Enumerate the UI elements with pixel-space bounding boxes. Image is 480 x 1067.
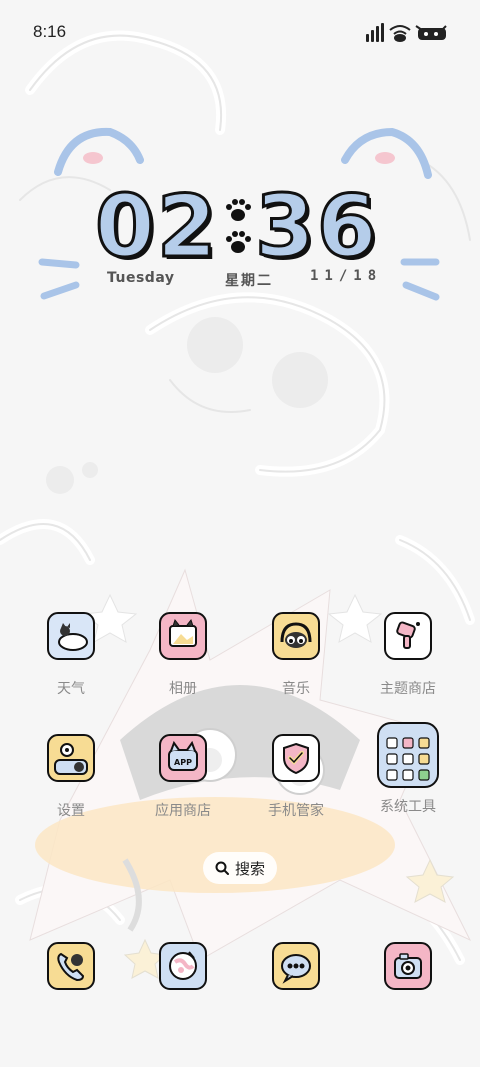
app-label: 手机管家 [268,803,324,819]
wifi-icon [389,25,411,42]
search-icon [215,861,229,875]
dock-messages[interactable] [241,942,351,990]
wallpaper [0,0,480,1067]
app-gallery[interactable]: 相册 [128,612,238,698]
phone-icon [47,942,95,990]
weather-icon [47,612,95,660]
battery-icon [415,25,447,40]
app-music[interactable]: 音乐 [241,612,351,698]
app-label: 相册 [169,681,197,697]
app-store-icon: APP [159,734,207,782]
dock-phone[interactable] [16,942,126,990]
app-settings[interactable]: 设置 [16,734,126,820]
settings-icon [47,734,95,782]
app-phone-manager[interactable]: 手机管家 [241,734,351,820]
app-label: 系统工具 [380,799,436,815]
weekday-chinese: 星期二 [225,273,273,289]
system-tools-folder-icon [377,722,439,788]
clock-hour: 02 [94,176,219,279]
app-label: 天气 [57,681,85,697]
music-icon [272,612,320,660]
phone-manager-icon [272,734,320,782]
clock-minute: 36 [254,176,379,279]
dock-browser[interactable] [128,942,238,990]
app-weather[interactable]: 天气 [16,612,126,698]
signal-icon [366,23,384,42]
clock-date: 11/18 [310,268,383,284]
dock-camera[interactable] [353,942,463,990]
theme-store-icon [384,612,432,660]
status-time: 8:16 [33,22,67,41]
status-icons [366,23,447,42]
search-label: 搜索 [234,859,265,878]
paw-separator-icon [226,199,251,253]
weekday-english: Tuesday [107,270,175,286]
clock-widget[interactable]: 02 36 [94,176,385,279]
camera-icon [384,942,432,990]
folder-system-tools[interactable]: 系统工具 [353,722,463,816]
app-label: 设置 [57,803,85,819]
app-label: 音乐 [282,681,310,697]
svg-text:APP: APP [174,758,192,767]
gallery-icon [159,612,207,660]
app-theme-store[interactable]: 主题商店 [353,612,463,698]
messages-icon [272,942,320,990]
app-app-store[interactable]: APP 应用商店 [128,734,238,820]
app-label: 主题商店 [380,681,436,697]
browser-icon [159,942,207,990]
app-label: 应用商店 [155,803,211,819]
search-button[interactable]: 搜索 [203,852,277,884]
